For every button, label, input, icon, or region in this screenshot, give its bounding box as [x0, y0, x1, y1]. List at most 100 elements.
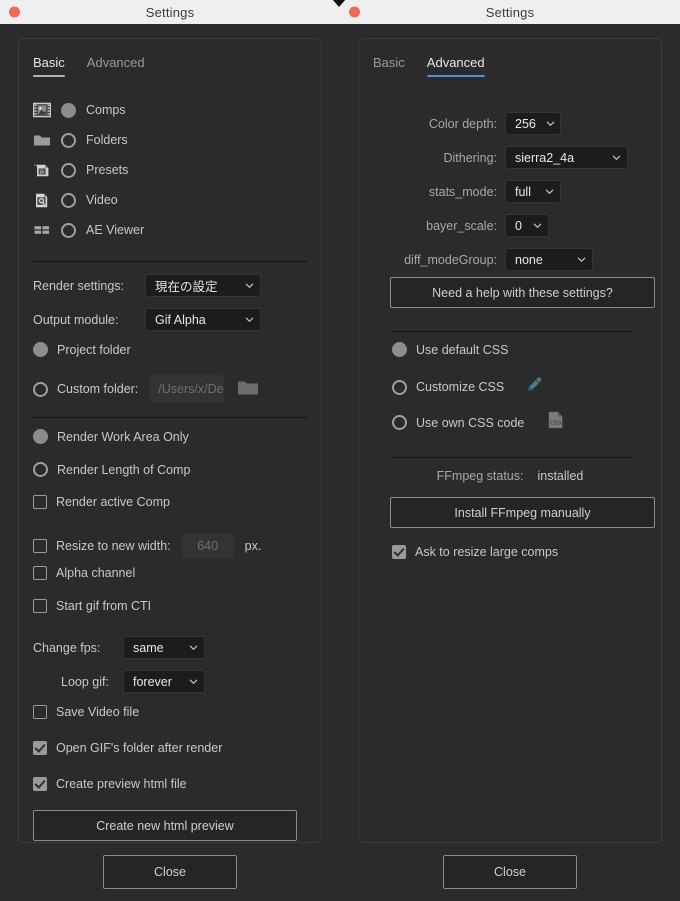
checkbox-create-preview[interactable]	[33, 777, 47, 791]
create-html-preview-label: Create new html preview	[96, 818, 234, 833]
chevron-down-icon	[612, 153, 621, 162]
divider-2	[33, 417, 307, 418]
radio-custom-folder[interactable]	[33, 381, 48, 397]
ask-resize-row[interactable]: Ask to resize large comps	[392, 545, 558, 559]
loop-gif-select[interactable]: forever	[123, 670, 205, 693]
loop-gif-label: Loop gif:	[61, 674, 109, 689]
resize-width-input[interactable]: 640	[181, 533, 234, 559]
diff-modegroup-select[interactable]: none	[505, 248, 593, 271]
checkbox-ask-resize[interactable]	[392, 545, 406, 559]
install-ffmpeg-button[interactable]: Install FFmpeg manually	[390, 497, 655, 528]
titlebar-right[interactable]: Settings	[332, 0, 680, 24]
ffmpeg-status-label: FFmpeg status:	[436, 469, 524, 483]
alpha-channel-row[interactable]: Alpha channel	[33, 566, 135, 580]
source-item-presets[interactable]: fx Presets	[33, 155, 303, 185]
checkbox-alpha-channel[interactable]	[33, 566, 47, 580]
alpha-channel-label: Alpha channel	[56, 566, 136, 580]
use-default-css-row[interactable]: Use default CSS	[392, 342, 508, 357]
close-window-icon[interactable]	[9, 6, 20, 18]
folder-icon	[33, 132, 51, 148]
bayer-scale-label: bayer_scale:	[426, 218, 497, 233]
radio-ae-viewer[interactable]	[61, 222, 76, 238]
open-gif-folder-row[interactable]: Open GIF's folder after render	[33, 741, 222, 755]
source-item-label: Folders	[86, 133, 128, 147]
need-help-button[interactable]: Need a help with these settings?	[390, 277, 655, 308]
checkbox-start-gif-cti[interactable]	[33, 599, 47, 613]
render-settings-select[interactable]: 現在の設定	[145, 274, 261, 297]
tab-basic[interactable]: Basic	[33, 55, 65, 77]
resize-width-row[interactable]: Resize to new width: 640 px.	[33, 533, 261, 559]
tab-advanced[interactable]: Advanced	[426, 55, 485, 77]
tab-advanced[interactable]: Advanced	[87, 55, 145, 77]
chevron-down-icon	[533, 221, 542, 230]
tab-advanced-label: Advanced	[86, 55, 145, 70]
chevron-down-icon	[545, 187, 554, 196]
eyedropper-icon[interactable]	[525, 375, 544, 399]
dithering-select[interactable]: sierra2_4a	[505, 146, 628, 169]
change-fps-select[interactable]: same	[123, 636, 205, 659]
use-default-css-label: Use default CSS	[416, 342, 509, 357]
render-work-area-row[interactable]: Render Work Area Only	[33, 429, 189, 444]
radio-comps[interactable]	[61, 102, 76, 118]
source-item-video[interactable]: Video	[33, 185, 303, 215]
checkbox-render-active-comp[interactable]	[33, 495, 47, 509]
tab-underline	[426, 75, 485, 77]
checkbox-open-gif-folder[interactable]	[33, 741, 47, 755]
tab-underline	[373, 75, 405, 77]
render-settings-label: Render settings:	[33, 278, 125, 293]
radio-customize-css[interactable]	[392, 379, 407, 395]
dithering-row: Dithering: sierra2_4a	[359, 146, 661, 169]
checkbox-save-video-file[interactable]	[33, 705, 47, 719]
radio-presets[interactable]	[61, 162, 76, 178]
radio-project-folder[interactable]	[33, 342, 48, 357]
dithering-label: Dithering:	[443, 150, 498, 165]
radio-render-work-area[interactable]	[33, 429, 48, 444]
dithering-value: sierra2_4a	[515, 150, 575, 165]
radio-use-own-css[interactable]	[392, 415, 407, 430]
source-item-comps[interactable]: Comps	[33, 95, 303, 125]
color-depth-select[interactable]: 256	[505, 112, 561, 135]
custom-folder-row[interactable]: Custom folder: /Users/x/Desk	[33, 375, 259, 403]
project-folder-row[interactable]: Project folder	[33, 342, 131, 357]
desktop: Settings Basic Advanced Comps Folders fx…	[0, 0, 680, 901]
create-preview-row[interactable]: Create preview html file	[33, 777, 187, 791]
folder-browse-icon[interactable]	[237, 378, 259, 401]
source-item-label: AE Viewer	[86, 223, 145, 237]
loop-gif-value: forever	[133, 674, 172, 689]
source-item-ae-viewer[interactable]: AE Viewer	[33, 215, 303, 245]
save-video-file-row[interactable]: Save Video file	[33, 705, 139, 719]
tab-basic[interactable]: Basic	[373, 55, 405, 77]
radio-use-default-css[interactable]	[392, 342, 407, 357]
bayer-scale-select[interactable]: 0	[505, 214, 549, 237]
comps-icon	[33, 102, 51, 118]
render-work-area-label: Render Work Area Only	[57, 429, 189, 444]
render-settings-value: 現在の設定	[155, 280, 218, 294]
ffmpeg-status-value: installed	[537, 469, 584, 483]
radio-render-length-comp[interactable]	[33, 462, 48, 477]
stats-mode-select[interactable]: full	[505, 180, 561, 203]
render-active-comp-row[interactable]: Render active Comp	[33, 495, 170, 509]
radio-folders[interactable]	[61, 132, 76, 148]
use-own-css-row[interactable]: Use own CSS code CSS	[392, 410, 565, 435]
titlebar-left[interactable]: Settings	[0, 0, 340, 24]
custom-folder-input[interactable]: /Users/x/Desk	[150, 375, 225, 403]
create-html-preview-button[interactable]: Create new html preview	[33, 810, 297, 841]
source-item-label: Presets	[86, 163, 129, 177]
customize-css-row[interactable]: Customize CSS	[392, 375, 544, 399]
close-window-icon[interactable]	[349, 6, 360, 18]
open-gif-folder-label: Open GIF's folder after render	[56, 741, 223, 755]
checkbox-resize-width[interactable]	[33, 539, 47, 553]
close-button-right[interactable]: Close	[443, 855, 577, 889]
change-fps-value: same	[133, 640, 164, 655]
source-item-folders[interactable]: Folders	[33, 125, 303, 155]
output-module-value: Gif Alpha	[155, 312, 206, 327]
change-fps-row: Change fps: same	[33, 636, 205, 659]
create-preview-label: Create preview html file	[56, 777, 187, 791]
radio-video[interactable]	[61, 192, 76, 208]
svg-text:fx: fx	[40, 168, 44, 175]
css-file-icon[interactable]: CSS	[547, 410, 565, 435]
close-button-left[interactable]: Close	[103, 855, 237, 889]
output-module-select[interactable]: Gif Alpha	[145, 308, 261, 331]
start-gif-cti-row[interactable]: Start gif from CTI	[33, 599, 151, 613]
render-length-comp-row[interactable]: Render Length of Comp	[33, 462, 190, 477]
